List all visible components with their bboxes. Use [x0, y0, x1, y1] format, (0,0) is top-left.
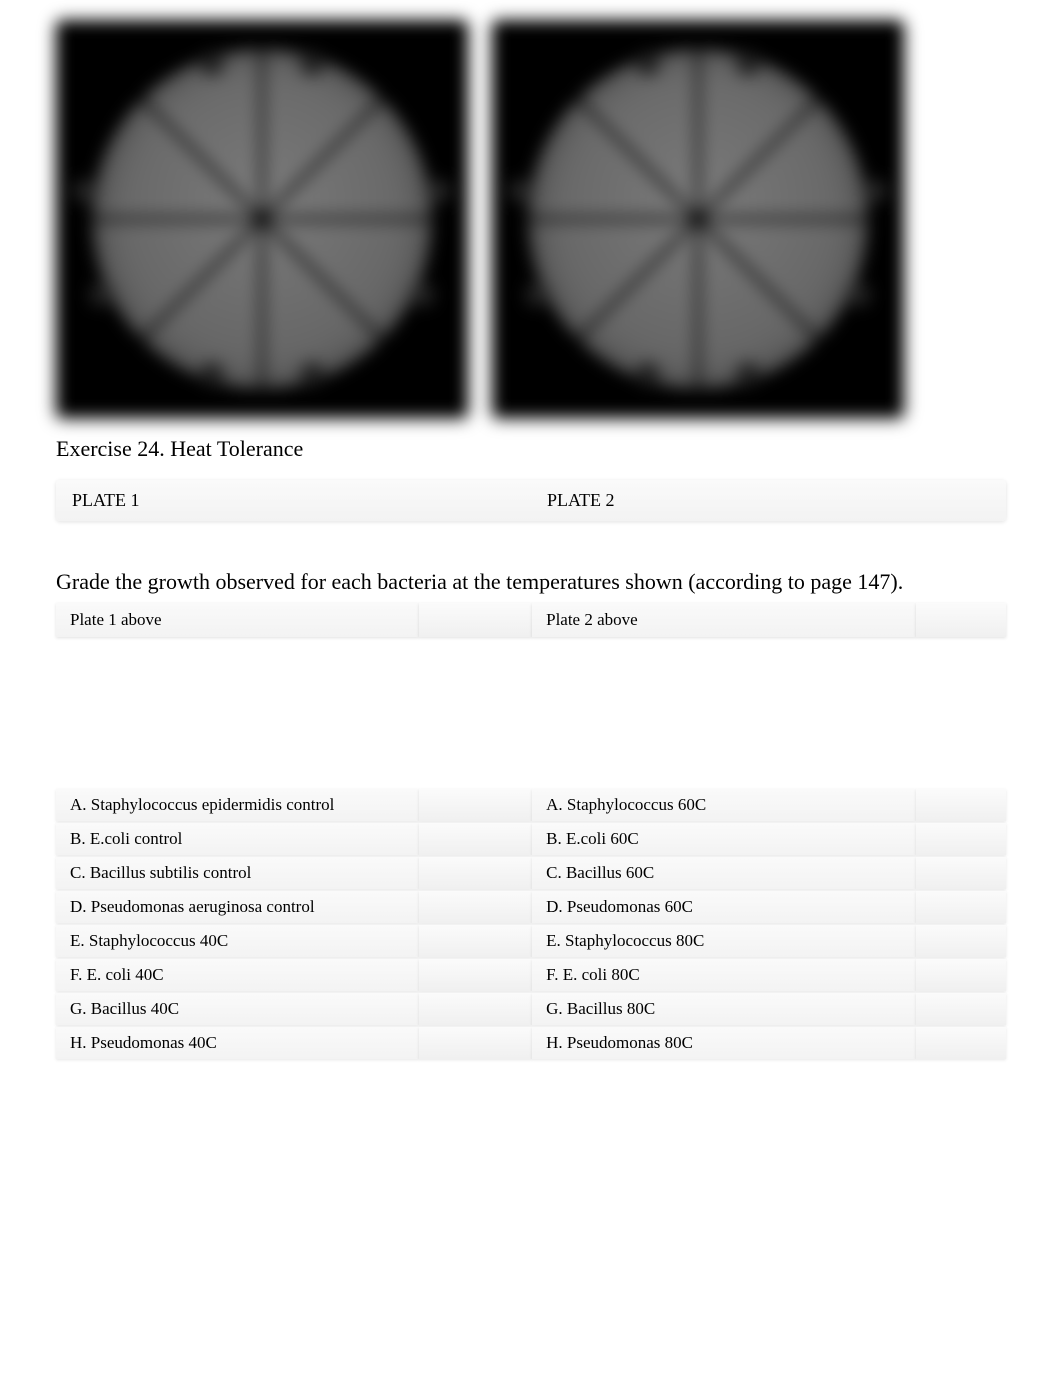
- sector-label: [300, 52, 324, 76]
- row-left-value[interactable]: [419, 857, 532, 889]
- row-left-label: C. Bacillus subtilis control: [56, 857, 419, 889]
- sector-label: [636, 52, 660, 76]
- sector-label: [864, 179, 888, 203]
- grade-instruction: Grade the growth observed for each bacte…: [56, 569, 1006, 595]
- row-right-label: A. Staphylococcus 60C: [532, 789, 916, 821]
- table-row: C. Bacillus subtilis control C. Bacillus …: [56, 857, 1006, 889]
- row-left-value[interactable]: [419, 925, 532, 957]
- sector-label: [847, 283, 871, 307]
- table-row: D. Pseudomonas aeruginosa control D. Pseu…: [56, 891, 1006, 923]
- table-row: G. Bacillus 40C G. Bacillus 80C: [56, 993, 1006, 1025]
- row-left-value[interactable]: [419, 993, 532, 1025]
- row-left-label: G. Bacillus 40C: [56, 993, 419, 1025]
- row-left-label: A. Staphylococcus epidermidis control: [56, 789, 419, 821]
- sector-label: [736, 362, 760, 386]
- row-right-label: B. E.coli 60C: [532, 823, 916, 855]
- table-row: H. Pseudomonas 40C H. Pseudomonas 80C: [56, 1027, 1006, 1059]
- table-header-right: Plate 2 above: [532, 603, 916, 637]
- table-row: B. E.coli control B. E.coli 60C: [56, 823, 1006, 855]
- row-left-label: H. Pseudomonas 40C: [56, 1027, 419, 1059]
- row-right-label: C. Bacillus 60C: [532, 857, 916, 889]
- row-left-value[interactable]: [419, 1027, 532, 1059]
- plate-images-row: [56, 20, 1006, 418]
- table-header-right-value: [916, 603, 1006, 637]
- sector-label: [411, 283, 435, 307]
- row-right-value[interactable]: [916, 1027, 1006, 1059]
- plate-header-row: PLATE 1 PLATE 2: [56, 480, 1006, 521]
- row-right-label: D. Pseudomonas 60C: [532, 891, 916, 923]
- row-right-value[interactable]: [916, 891, 1006, 923]
- plate-image-2: [492, 20, 904, 418]
- row-right-label: E. Staphylococcus 80C: [532, 925, 916, 957]
- sector-label: [200, 52, 224, 76]
- petri-dish-icon: [92, 49, 432, 389]
- sector-label: [300, 362, 324, 386]
- table-spacer: [56, 639, 1006, 787]
- row-left-label: B. E.coli control: [56, 823, 419, 855]
- row-left-label: F. E. coli 40C: [56, 959, 419, 991]
- plate-header-2: PLATE 2: [531, 490, 1006, 511]
- row-left-value[interactable]: [419, 823, 532, 855]
- sector-label: [428, 179, 452, 203]
- table-header-left-value: [419, 603, 532, 637]
- sector-label: [525, 283, 549, 307]
- table-header-row: Plate 1 above Plate 2 above: [56, 603, 1006, 637]
- sector-label: [89, 283, 113, 307]
- table-row: A. Staphylococcus epidermidis control A. …: [56, 789, 1006, 821]
- table-row: E. Staphylococcus 40C E. Staphylococcus 8…: [56, 925, 1006, 957]
- row-right-value[interactable]: [916, 993, 1006, 1025]
- row-left-label: E. Staphylococcus 40C: [56, 925, 419, 957]
- row-left-value[interactable]: [419, 789, 532, 821]
- table-header-left: Plate 1 above: [56, 603, 419, 637]
- row-right-value[interactable]: [916, 925, 1006, 957]
- plate-image-1: [56, 20, 468, 418]
- row-right-label: H. Pseudomonas 80C: [532, 1027, 916, 1059]
- row-right-value[interactable]: [916, 823, 1006, 855]
- petri-dish-icon: [528, 49, 868, 389]
- row-left-value[interactable]: [419, 891, 532, 923]
- row-right-label: F. E. coli 80C: [532, 959, 916, 991]
- row-left-value[interactable]: [419, 959, 532, 991]
- grade-table: Plate 1 above Plate 2 above A. Staphyloc…: [56, 601, 1006, 1061]
- table-row: F. E. coli 40C F. E. coli 80C: [56, 959, 1006, 991]
- row-left-label: D. Pseudomonas aeruginosa control: [56, 891, 419, 923]
- exercise-title: Exercise 24. Heat Tolerance: [56, 436, 1006, 462]
- sector-label: [736, 52, 760, 76]
- document-content: Exercise 24. Heat Tolerance PLATE 1 PLAT…: [0, 0, 1062, 1061]
- row-right-value[interactable]: [916, 857, 1006, 889]
- row-right-value[interactable]: [916, 959, 1006, 991]
- row-right-value[interactable]: [916, 789, 1006, 821]
- row-right-label: G. Bacillus 80C: [532, 993, 916, 1025]
- plate-header-1: PLATE 1: [56, 490, 531, 511]
